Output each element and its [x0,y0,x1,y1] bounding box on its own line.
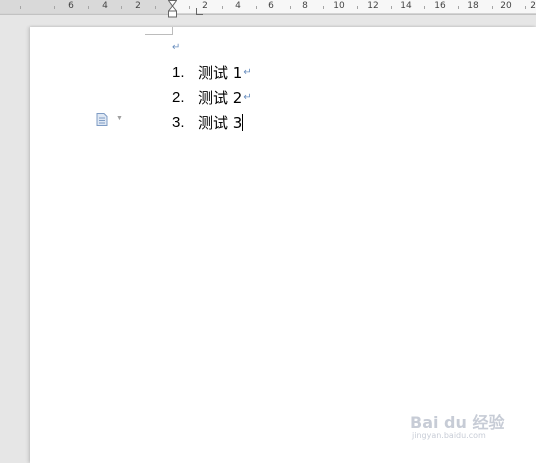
ruler-tick [323,6,324,9]
list-text[interactable]: 测试 3 [198,112,242,133]
ruler-tick [20,6,21,9]
ruler-label: 8 [302,1,308,11]
ruler-label: 10 [333,1,345,11]
document-page[interactable] [30,27,536,463]
ruler-label: 14 [400,1,412,11]
indent-marker-icon[interactable] [168,0,177,18]
ruler-tick [492,6,493,9]
watermark-url: jingyan.baidu.com [412,431,486,440]
ruler-tick [256,6,257,9]
list-item[interactable]: 3. 测试 3 [172,110,252,135]
ruler-tick [357,6,358,9]
ruler-tick [222,6,223,9]
list-text[interactable]: 测试 1 [198,62,242,83]
ruler-text-area [172,0,536,13]
tab-stop-icon[interactable] [196,8,203,15]
ruler-tick [290,6,291,9]
paragraph-mark: ↵ [172,42,181,53]
ruler-label: 4 [102,1,108,11]
watermark: Bai du 经验 jingyan.baidu.com [410,403,510,443]
paragraph-mark: ↵ [243,67,252,78]
ruler-label: 6 [268,1,274,11]
ruler-label: 22 [530,1,536,11]
ruler-tick [88,6,89,9]
paragraph-mark: ↵ [243,92,252,103]
horizontal-ruler[interactable]: 6 4 2 2 4 6 8 10 12 14 16 18 20 22 [0,0,536,18]
text-cursor [242,114,244,131]
ruler-label: 12 [367,1,379,11]
document-options-icon[interactable] [96,113,108,126]
ruler-label: 6 [68,1,74,11]
ruler-tick [189,6,190,9]
list-item[interactable]: 2. 测试 2 ↵ [172,85,252,110]
ruler-label: 18 [467,1,479,11]
ruler-tick [121,6,122,9]
list-number: 3. [172,114,185,131]
numbered-list[interactable]: 1. 测试 1 ↵ 2. 测试 2 ↵ 3. 测试 3 [172,60,252,135]
ruler-tick [155,6,156,9]
ruler-margin-left [0,0,172,13]
margin-corner-mark [145,34,173,35]
ruler-tick [525,6,526,9]
ruler-tick [458,6,459,9]
ruler-label: 4 [235,1,241,11]
ruler-tick [54,6,55,9]
ruler-label: 2 [135,1,141,11]
margin-corner-mark [172,27,173,35]
ruler-tick [424,6,425,9]
chevron-down-icon[interactable]: ▼ [116,115,123,122]
ruler-label: 16 [434,1,446,11]
watermark-brand: Bai du 经验 [410,413,505,432]
list-item[interactable]: 1. 测试 1 ↵ [172,60,252,85]
list-number: 1. [172,64,185,81]
ruler-label: 20 [500,1,512,11]
list-number: 2. [172,89,185,106]
list-text[interactable]: 测试 2 [198,87,242,108]
ruler-tick [391,6,392,9]
